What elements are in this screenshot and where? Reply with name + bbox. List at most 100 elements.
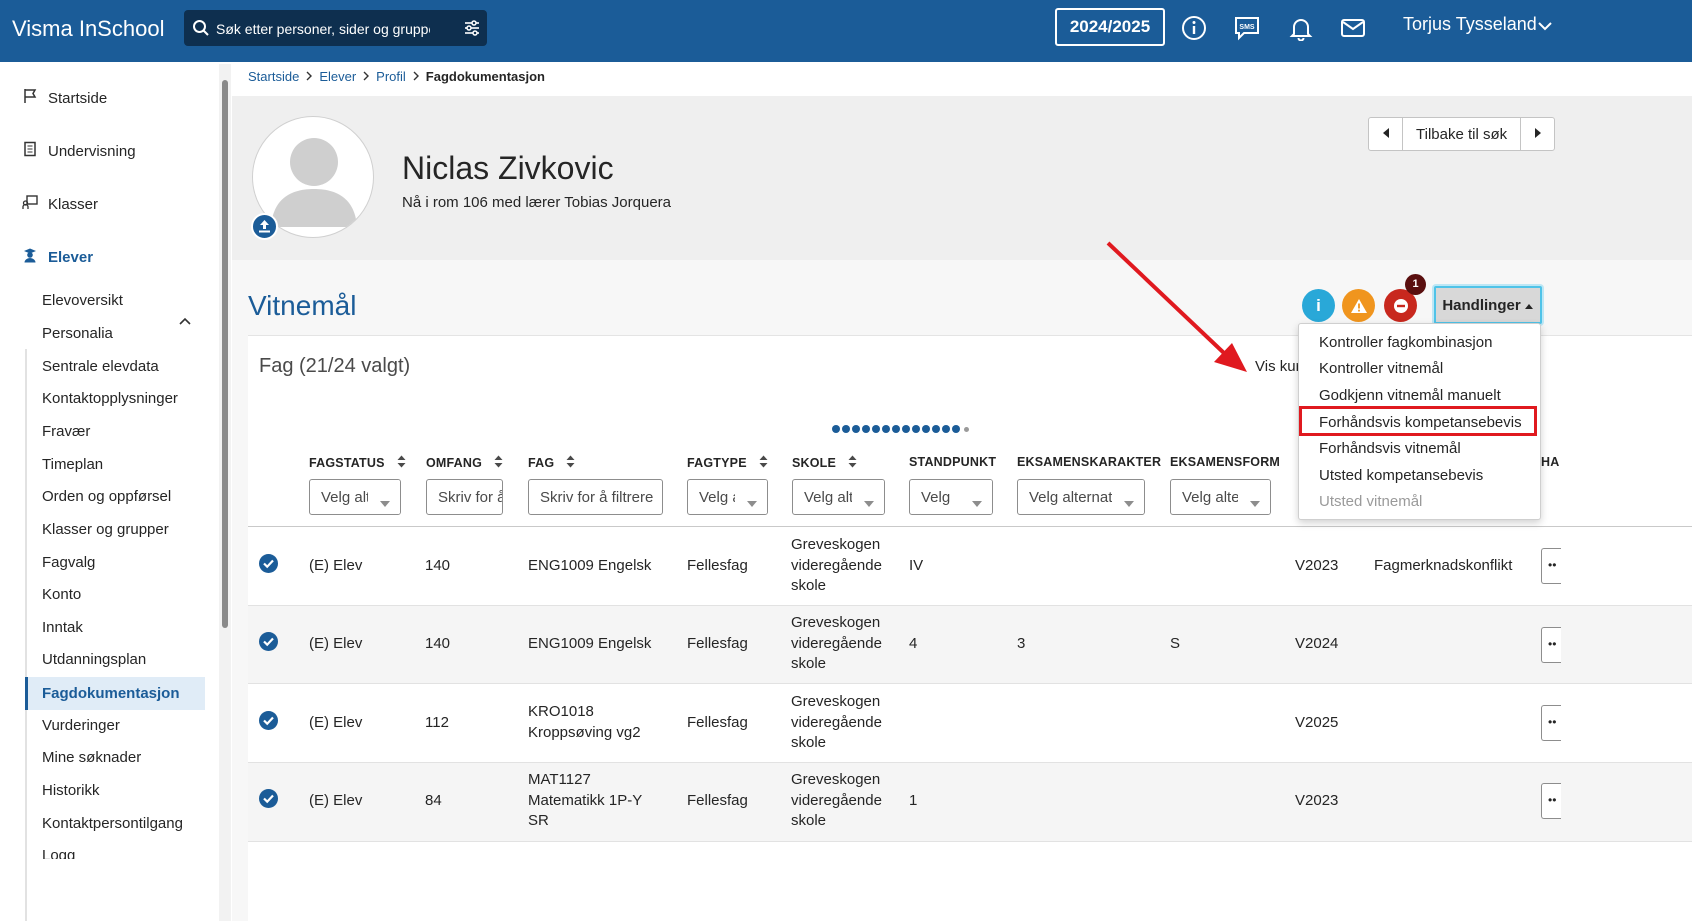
- sidebar-subitem[interactable]: Utdanningsplan: [42, 649, 146, 671]
- filter-settings-icon[interactable]: [463, 19, 481, 41]
- actions-button[interactable]: Handlinger: [1434, 286, 1542, 324]
- standpunkt-filter[interactable]: Velg: [909, 479, 993, 515]
- sidebar-subitem[interactable]: Orden og oppførsel: [42, 486, 171, 508]
- chevron-up-icon[interactable]: [178, 314, 192, 332]
- sms-icon[interactable]: SMS: [1234, 15, 1260, 41]
- chevron-down-icon[interactable]: [1537, 18, 1553, 38]
- sidebar-subitem[interactable]: Mine søknader: [42, 747, 141, 769]
- svg-text:SMS: SMS: [1239, 24, 1255, 31]
- column-pager[interactable]: [832, 424, 969, 434]
- pager-dot[interactable]: [872, 425, 880, 433]
- pager-dot[interactable]: [952, 425, 960, 433]
- cell-status: (E) Elev: [309, 635, 363, 652]
- sidebar-item-startside[interactable]: Startside: [22, 87, 107, 109]
- sidebar-subitem[interactable]: Vurderinger: [42, 715, 120, 737]
- sort-icon[interactable]: [397, 455, 406, 471]
- pager-dot[interactable]: [892, 425, 900, 433]
- menu-item-forhandsvis-vitnemal[interactable]: Forhåndsvis vitnemål: [1319, 440, 1461, 457]
- pager-dot[interactable]: [842, 425, 850, 433]
- pager-dot[interactable]: [942, 425, 950, 433]
- sort-icon[interactable]: [848, 455, 857, 471]
- sidebar-subitem-active[interactable]: Fagdokumentasjon: [25, 677, 205, 710]
- info-status-icon[interactable]: i: [1302, 289, 1335, 322]
- sidebar-item-elever[interactable]: Elever: [22, 246, 93, 268]
- breadcrumb-link[interactable]: Profil: [376, 69, 406, 84]
- info-icon[interactable]: [1181, 15, 1207, 41]
- row-checkbox[interactable]: [259, 554, 278, 573]
- sidebar-subitem[interactable]: Fravær: [42, 421, 90, 443]
- menu-item-godkjenn-vitnemal[interactable]: Godkjenn vitnemål manuelt: [1319, 387, 1501, 404]
- table-row[interactable]: [248, 763, 1692, 842]
- pager-dot[interactable]: [922, 425, 930, 433]
- sidebar-item-label: Startside: [48, 89, 108, 107]
- column-header-fagstatus[interactable]: FAGSTATUS: [309, 455, 406, 471]
- app-brand[interactable]: Visma InSchool: [12, 16, 164, 42]
- column-label: EKSAMENSKARAKTER: [1017, 455, 1162, 469]
- row-more-button[interactable]: ••: [1541, 627, 1561, 663]
- eksamensform-filter[interactable]: Velg alternativ: [1170, 479, 1271, 515]
- scrollbar-thumb[interactable]: [222, 80, 228, 628]
- skole-filter[interactable]: Velg alternativ: [792, 479, 885, 515]
- breadcrumb-link[interactable]: Elever: [319, 69, 356, 84]
- column-header-omfang[interactable]: OMFANG: [426, 455, 503, 471]
- pager-dot[interactable]: [882, 425, 890, 433]
- previous-student-button[interactable]: [1369, 118, 1403, 150]
- row-checkbox[interactable]: [259, 632, 278, 651]
- show-courses-toggle[interactable]: Vis kurs: [1255, 358, 1299, 375]
- pager-dot[interactable]: [932, 425, 940, 433]
- row-more-button[interactable]: ••: [1541, 783, 1561, 819]
- eksamenskarakter-filter[interactable]: Velg alternativ: [1017, 479, 1145, 515]
- mail-icon[interactable]: [1340, 15, 1366, 41]
- sidebar-subitem[interactable]: Fagvalg: [42, 552, 95, 574]
- sort-icon[interactable]: [759, 455, 768, 471]
- school-year-button[interactable]: 2024/2025: [1055, 8, 1165, 46]
- table-row[interactable]: [248, 606, 1692, 684]
- sidebar-subitem[interactable]: Elevoversikt: [42, 290, 123, 312]
- menu-item-utsted-kompetansebevis[interactable]: Utsted kompetansebevis: [1319, 467, 1483, 484]
- pager-dot[interactable]: [862, 425, 870, 433]
- column-header-fag[interactable]: FAG: [528, 455, 575, 471]
- sidebar-subitem[interactable]: Timeplan: [42, 454, 103, 476]
- sidebar-subitem[interactable]: Personalia: [42, 323, 113, 345]
- row-checkbox[interactable]: [259, 711, 278, 730]
- sidebar-subitem[interactable]: Kontaktpersontilgang: [42, 813, 183, 835]
- menu-item-kontroller-vitnemal[interactable]: Kontroller vitnemål: [1319, 360, 1443, 377]
- breadcrumb-link[interactable]: Startside: [248, 69, 299, 84]
- omfang-filter[interactable]: Skriv for å filtrere: [426, 479, 503, 515]
- sidebar-subitem[interactable]: Inntak: [42, 617, 83, 639]
- row-more-button[interactable]: ••: [1541, 705, 1561, 741]
- fagtype-filter[interactable]: Velg alternativ: [687, 479, 768, 515]
- next-student-button[interactable]: [1520, 118, 1554, 150]
- back-to-search-button[interactable]: Tilbake til søk: [1403, 118, 1520, 150]
- sort-icon[interactable]: [494, 455, 503, 471]
- pager-dot[interactable]: [832, 425, 840, 433]
- sidebar-subitem[interactable]: Logg: [42, 845, 75, 859]
- pager-dot[interactable]: [912, 425, 920, 433]
- pager-dot[interactable]: [902, 425, 910, 433]
- sidebar-subitem[interactable]: Sentrale elevdata: [42, 356, 159, 378]
- pager-dot[interactable]: [964, 426, 969, 432]
- pager-dot[interactable]: [852, 425, 860, 433]
- table-row[interactable]: [248, 684, 1692, 763]
- menu-item-kontroller-fagkombinasjon[interactable]: Kontroller fagkombinasjon: [1319, 334, 1492, 351]
- sidebar-scrollbar[interactable]: [219, 64, 231, 921]
- bell-icon[interactable]: [1288, 15, 1314, 42]
- fag-filter[interactable]: Skriv for å filtrere: [528, 479, 663, 515]
- column-header-fagtype[interactable]: FAGTYPE: [687, 455, 768, 471]
- sidebar-subitem[interactable]: Konto: [42, 584, 81, 606]
- sidebar-subitem[interactable]: Kontaktopplysninger: [42, 388, 178, 410]
- upload-photo-icon[interactable]: [251, 213, 278, 240]
- user-menu[interactable]: Torjus Tysseland: [1403, 14, 1537, 35]
- sidebar-item-klasser[interactable]: Klasser: [22, 193, 98, 215]
- sidebar-subitem[interactable]: Klasser og grupper: [42, 519, 169, 541]
- row-checkbox[interactable]: [259, 789, 278, 808]
- row-more-button[interactable]: ••: [1541, 548, 1561, 584]
- sidebar-item-undervisning[interactable]: Undervisning: [22, 140, 136, 162]
- search-input[interactable]: [216, 18, 430, 40]
- warning-icon[interactable]: [1342, 289, 1375, 322]
- column-header-skole[interactable]: SKOLE: [792, 455, 857, 471]
- sidebar-subitem[interactable]: Historikk: [42, 780, 100, 802]
- sort-icon[interactable]: [566, 455, 575, 471]
- fagstatus-filter[interactable]: Velg alternativ: [309, 479, 401, 515]
- global-search[interactable]: [184, 10, 487, 46]
